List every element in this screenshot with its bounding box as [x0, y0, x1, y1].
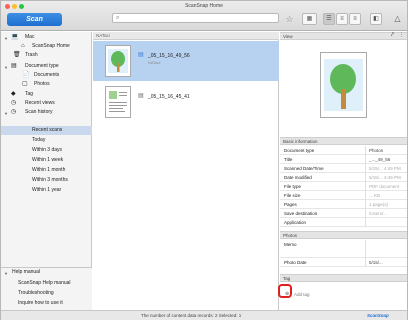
highlight-callout	[278, 284, 292, 298]
scansnap-logo: ScanSnap	[367, 313, 389, 318]
tag-section-label: Tag	[283, 276, 291, 281]
basic-info-label: Basic information	[283, 139, 318, 144]
photos-section-label: Photos	[283, 233, 298, 238]
list-item[interactable]: ▤ _05_15_16_49_56 NATaci	[93, 41, 279, 81]
disclosure-triangle-icon[interactable]: ▼	[4, 36, 8, 41]
sidebar-item-within-3-months[interactable]: Within 3 months	[32, 176, 68, 185]
detail-panel: View ⤤ ⋮ Basic information Document type…	[280, 32, 407, 310]
app-window: ScanSnap Home Scan ⌕ ☆ ▦ ☰ ≡ ≡ ◧ △ ▼ 💻 M…	[0, 0, 408, 320]
preview-image[interactable]	[320, 52, 367, 118]
list-item[interactable]: ▤ _05_15_16_45_41	[93, 82, 279, 122]
view-mode-columns-button[interactable]: ≡	[349, 13, 361, 25]
prop-row: Memo	[280, 240, 407, 258]
tag-icon: ◆	[11, 91, 16, 97]
scan-history-icon: ◷	[11, 109, 17, 115]
document-type-icon: ▤	[11, 63, 17, 69]
view-mode-thumbnail-button[interactable]: ▦	[302, 13, 317, 25]
prop-row: Document type Photos	[280, 146, 407, 155]
help-item-troubleshooting[interactable]: Troubleshooting	[18, 289, 54, 298]
sidebar-item-trash[interactable]: Trash	[25, 51, 38, 60]
item-name: _05_15_16_45_41	[148, 94, 190, 100]
document-preview-icon	[109, 91, 127, 112]
recent-views-icon: ◷	[11, 100, 17, 106]
disclosure-triangle-icon[interactable]: ▼	[4, 111, 8, 116]
add-tag-button[interactable]: Add tag	[294, 290, 310, 299]
sidebar-item-within-1-month[interactable]: Within 1 month	[32, 166, 65, 175]
item-sub: NATaci	[148, 60, 161, 65]
view-section-label: View	[283, 34, 293, 39]
open-viewer-icon[interactable]: ⤤	[391, 31, 394, 40]
sidebar-item-document-type[interactable]: Document type	[25, 62, 59, 71]
prop-row: File size... KB	[280, 191, 407, 200]
prop-row: Photo Date 5/15/...	[280, 258, 407, 267]
title-bar: ScanSnap Home Scan ⌕ ☆ ▦ ☰ ≡ ≡ ◧ △	[1, 1, 407, 31]
home-icon: ⌂	[21, 43, 25, 49]
window-title: ScanSnap Home	[185, 3, 223, 9]
status-bar: The number of content data records: 2 Se…	[1, 310, 407, 320]
tree-photo-preview	[324, 59, 363, 111]
prop-row: Save destination/Users/...	[280, 209, 407, 218]
computer-icon: 💻	[11, 34, 19, 40]
view-section-header[interactable]: View	[280, 32, 407, 40]
status-text: The number of content data records: 2 Se…	[141, 313, 242, 318]
more-options-icon[interactable]: ⋮	[399, 31, 404, 40]
help-item-scansnap-help[interactable]: ScanSnap Help manual	[18, 279, 71, 288]
list-header: NATaci	[93, 32, 279, 40]
sidebar-item-today[interactable]: Today	[32, 136, 45, 145]
sidebar: ▼ 💻 Mac ⌂ ScanSnap Home 🗑 Trash ▼ ▤ Docu…	[1, 32, 92, 310]
sidebar-item-within-1-year[interactable]: Within 1 year	[32, 186, 61, 195]
item-name: _05_15_16_49_56	[148, 53, 190, 59]
help-manual-header[interactable]: Help manual	[12, 268, 40, 277]
view-mode-detail-button[interactable]: ≡	[336, 13, 348, 25]
prop-row: File type PDF document	[280, 182, 407, 191]
sidebar-item-photos[interactable]: Photos	[34, 80, 50, 89]
help-panel: ▼ Help manual ScanSnap Help manual Troub…	[1, 267, 92, 310]
document-thumbnail[interactable]	[105, 86, 131, 118]
prop-row: Application	[280, 218, 407, 227]
help-item-inquire[interactable]: Inquire how to use it	[18, 299, 63, 308]
view-mode-list-button[interactable]: ☰	[323, 13, 335, 25]
photo-type-icon: ▤	[138, 52, 144, 58]
disclosure-triangle-icon[interactable]: ▼	[4, 65, 8, 70]
sidebar-item-within-1-week[interactable]: Within 1 week	[32, 156, 63, 165]
panel-toggle-button[interactable]: ◧	[370, 13, 382, 25]
sidebar-item-within-3-days[interactable]: Within 3 days	[32, 146, 62, 155]
sidebar-item-recent-scans[interactable]: Recent scans	[32, 126, 62, 135]
tag-section-header[interactable]: Tag	[280, 274, 407, 282]
sidebar-item-mac[interactable]: Mac	[25, 33, 34, 42]
search-input[interactable]: ⌕	[112, 13, 279, 23]
basic-info-section-header[interactable]: Basic information	[280, 137, 407, 145]
photos-section-header[interactable]: Photos	[280, 231, 407, 239]
search-icon: ⌕	[116, 15, 120, 21]
prop-row: Scanned Date/Time 5/15/... 4:49 PM	[280, 164, 407, 173]
document-type-icon: ▤	[138, 93, 144, 99]
content-list: NATaci ▤ _05_15_16_49_56 NATaci ▤ _05_15…	[93, 32, 279, 310]
prop-row: Date modified 5/15/... 4:49 PM	[280, 173, 407, 182]
tree-photo-icon	[108, 49, 128, 73]
document-icon: 📄	[22, 72, 30, 78]
sidebar-item-tag[interactable]: Tag	[25, 90, 33, 99]
photo-icon: ▢	[22, 81, 28, 87]
sidebar-item-recent-views[interactable]: Recent views	[25, 99, 55, 108]
sidebar-item-scansnap-home[interactable]: ScanSnap Home	[32, 42, 70, 51]
photo-thumbnail[interactable]	[105, 45, 131, 77]
sidebar-item-scan-history[interactable]: Scan history	[25, 108, 53, 117]
notification-bell-icon[interactable]: △	[392, 13, 403, 25]
prop-row: Title _..._49_56	[280, 155, 407, 164]
scan-button[interactable]: Scan	[7, 13, 62, 26]
sidebar-item-documents[interactable]: Documents	[34, 71, 59, 80]
trash-icon: 🗑	[13, 52, 21, 58]
favorite-icon[interactable]: ☆	[284, 13, 295, 25]
prop-row: Pages 1 page(s)	[280, 200, 407, 209]
disclosure-triangle-icon[interactable]: ▼	[4, 271, 8, 276]
